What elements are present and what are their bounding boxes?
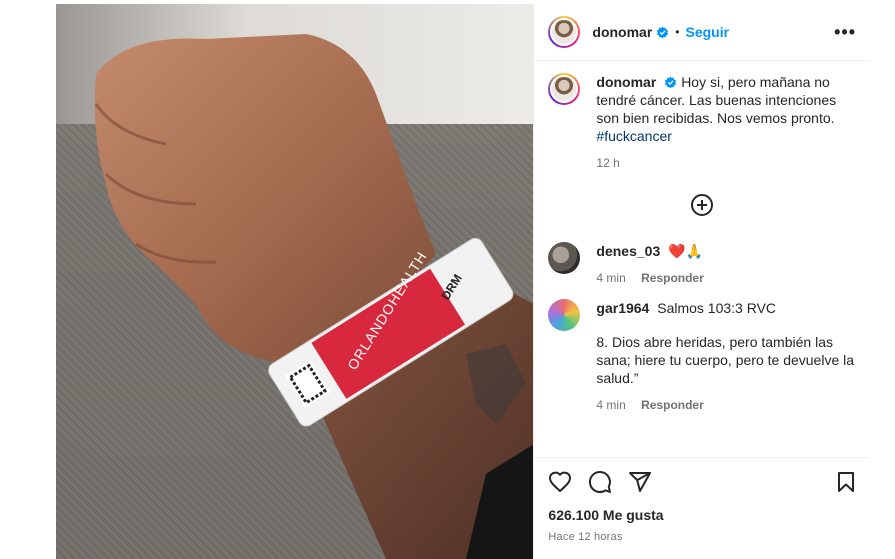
commenter-avatar[interactable] [548, 242, 581, 274]
separator-dot: • [675, 25, 680, 39]
instagram-post: ORLANDOHEALTH DRM donomar • Seguir ••• d… [56, 4, 870, 559]
author-username[interactable]: donomar [592, 24, 652, 40]
likes-count[interactable]: 626.100 Me gusta [534, 507, 870, 523]
post-photo: ORLANDOHEALTH DRM [56, 4, 534, 559]
follow-button[interactable]: Seguir [686, 24, 730, 40]
caption-time: 12 h [596, 156, 620, 170]
comment-text-continued: 8. Dios abre heridas, pero también las s… [596, 334, 855, 386]
comment-time: 4 min [596, 398, 626, 412]
post-time-ago: Hace 12 horas [548, 531, 623, 543]
commenter-avatar[interactable] [548, 299, 581, 331]
save-icon[interactable] [834, 470, 858, 494]
comment-username[interactable]: gar1964 [596, 300, 649, 316]
more-icon[interactable]: ••• [834, 22, 856, 43]
comment-icon[interactable] [588, 470, 612, 494]
share-icon[interactable] [628, 470, 652, 494]
post-header: donomar • Seguir ••• [534, 4, 870, 61]
comment-item: gar1964 Salmos 103:3 RVC 8. Dios abre he… [548, 299, 856, 414]
caption-username[interactable]: donomar [596, 74, 656, 90]
comments-section: donomar Hoy si, pero mañana no tendré cá… [534, 61, 870, 457]
caption-hashtag[interactable]: #fuckcancer [596, 128, 671, 144]
comment-username[interactable]: denes_03 [596, 243, 660, 259]
verified-badge-icon [657, 26, 669, 38]
caption-avatar[interactable] [548, 73, 581, 105]
heart-icon[interactable] [548, 470, 572, 494]
comment-text: ❤️🙏 [668, 243, 703, 259]
add-comment-icon[interactable] [691, 194, 714, 216]
post-sidebar: donomar • Seguir ••• donomar Hoy si, per… [533, 4, 870, 559]
caption: donomar Hoy si, pero mañana no tendré cá… [548, 73, 856, 172]
reply-button[interactable]: Responder [641, 271, 704, 285]
comment-time: 4 min [596, 271, 626, 285]
verified-badge-icon [665, 76, 677, 89]
action-bar [534, 457, 870, 505]
comment-text: Salmos 103:3 RVC [657, 300, 777, 316]
reply-button[interactable]: Responder [641, 398, 704, 412]
author-avatar[interactable] [548, 16, 581, 48]
comment-item: denes_03 ❤️🙏 4 min Responder [548, 242, 856, 287]
